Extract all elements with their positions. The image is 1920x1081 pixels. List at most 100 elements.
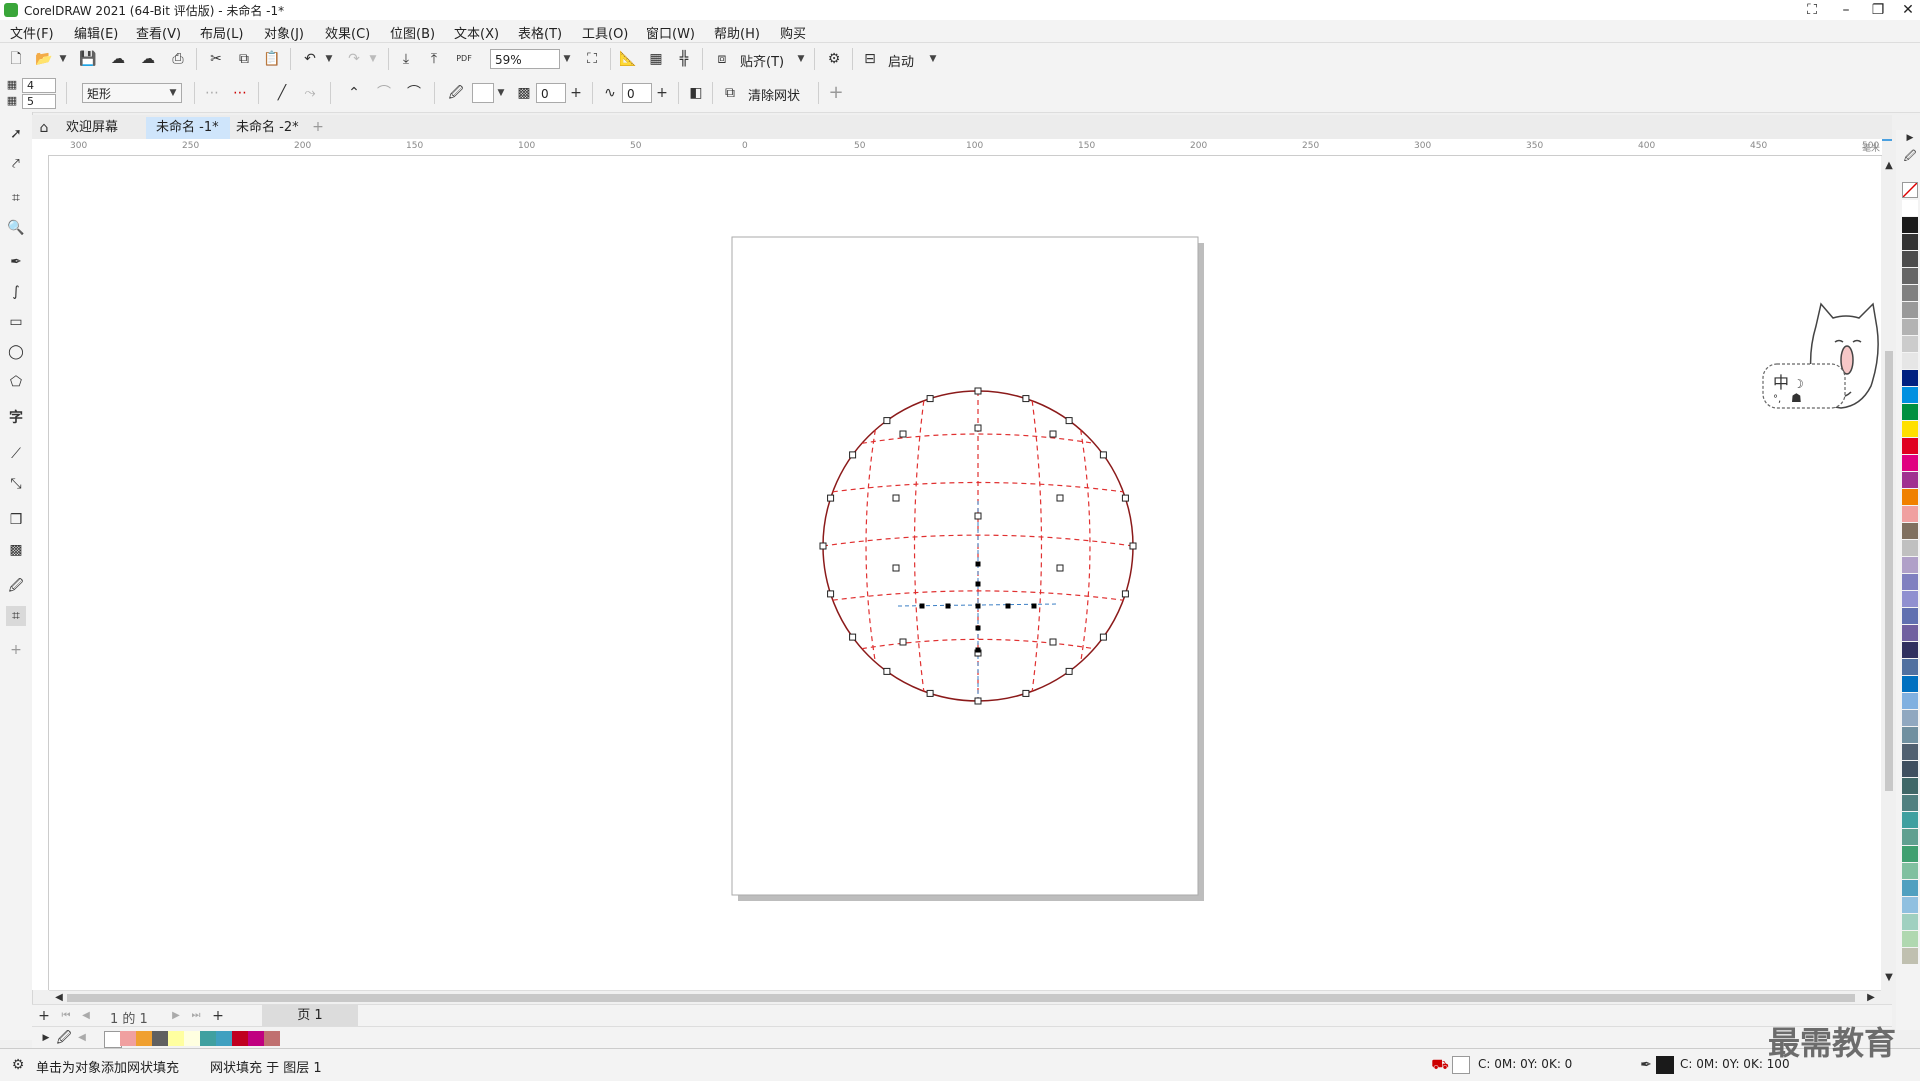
palette-swatch[interactable] xyxy=(1902,591,1918,607)
palette-swatch[interactable] xyxy=(1902,676,1918,692)
menu-tools[interactable]: 工具(O) xyxy=(582,23,628,42)
palette-swatch[interactable] xyxy=(1902,795,1918,811)
outline-color-swatch[interactable] xyxy=(1656,1056,1674,1074)
menu-edit[interactable]: 编辑(E) xyxy=(74,23,118,42)
palette-swatch[interactable] xyxy=(1902,727,1918,743)
close-button[interactable]: ✕ xyxy=(1892,0,1920,20)
menu-view[interactable]: 查看(V) xyxy=(136,23,181,42)
delete-node-icon[interactable]: ⋯ xyxy=(230,83,250,103)
copy-icon[interactable]: ⧉ xyxy=(234,49,254,69)
undo-dropdown-icon[interactable]: ▼ xyxy=(322,49,336,69)
add-node-icon[interactable]: ⋯ xyxy=(202,83,222,103)
drop-shadow-tool-icon[interactable]: ❒ xyxy=(6,510,26,530)
palette-swatch[interactable] xyxy=(1902,438,1918,454)
add-toolbar-item-icon[interactable]: + xyxy=(826,83,846,103)
print-icon[interactable]: ⎙ xyxy=(168,49,188,69)
grid-rows-field[interactable]: 5 xyxy=(22,94,56,109)
palette-swatch[interactable] xyxy=(1902,557,1918,573)
mesh-color-dropdown-icon[interactable]: ▼ xyxy=(494,83,508,103)
shape-tool-icon[interactable]: ⤤ xyxy=(6,154,26,174)
document-palette-swatch[interactable] xyxy=(136,1031,152,1046)
status-gear-icon[interactable]: ⚙ xyxy=(8,1055,28,1075)
launch-dropdown-icon[interactable]: ▼ xyxy=(926,49,940,69)
palette-swatch[interactable] xyxy=(1902,625,1918,641)
palette-swatch[interactable] xyxy=(1902,523,1918,539)
cloud-upload-icon[interactable]: ☁ xyxy=(108,49,128,69)
mesh-color-swatch[interactable] xyxy=(472,83,494,103)
rulers-icon[interactable]: 📐 xyxy=(618,49,638,69)
rectangle-tool-icon[interactable]: ▭ xyxy=(6,312,26,332)
palette-swatch[interactable] xyxy=(1902,370,1918,386)
last-page-icon[interactable]: ⏭ xyxy=(186,1006,206,1026)
palette-swatch[interactable] xyxy=(1902,863,1918,879)
new-tab-icon[interactable]: + xyxy=(308,117,328,137)
export-pdf-icon[interactable]: PDF xyxy=(454,49,474,69)
transparency-field[interactable]: 0 xyxy=(536,83,566,103)
palette-swatch[interactable] xyxy=(1902,489,1918,505)
document-palette-swatch[interactable] xyxy=(232,1031,248,1046)
selection-mode-dropdown-icon[interactable]: ▼ xyxy=(166,83,180,103)
add-page-before-icon[interactable]: + xyxy=(34,1006,54,1026)
palette-swatch[interactable] xyxy=(1902,472,1918,488)
palette-swatch[interactable] xyxy=(1902,710,1918,726)
smooth-mesh-color-icon[interactable]: ◧ xyxy=(686,83,706,103)
eyedropper-tool-icon[interactable]: 🖉 xyxy=(6,576,26,596)
redo-dropdown-icon[interactable]: ▼ xyxy=(366,49,380,69)
document-palette-swatch[interactable] xyxy=(168,1031,184,1046)
transparency-plus-icon[interactable]: + xyxy=(566,83,586,103)
menu-buy[interactable]: 购买 xyxy=(780,23,806,42)
palette-swatch[interactable] xyxy=(1902,642,1918,658)
smoothing-field[interactable]: 0 xyxy=(622,83,652,103)
palette-scroll-left-icon[interactable]: ◀ xyxy=(72,1028,92,1048)
tab-welcome[interactable]: 欢迎屏幕 xyxy=(56,117,128,139)
palette-swatch[interactable] xyxy=(1902,506,1918,522)
to-curve-icon[interactable]: ⤳ xyxy=(300,83,320,103)
prev-page-icon[interactable]: ◀ xyxy=(76,1006,96,1026)
palette-eyedropper-icon[interactable]: 🖉 xyxy=(54,1028,74,1048)
text-tool-icon[interactable]: 字 xyxy=(6,408,26,428)
export-icon[interactable]: ⤒ xyxy=(424,49,444,69)
palette-swatch[interactable] xyxy=(1902,744,1918,760)
menu-object[interactable]: 对象(J) xyxy=(264,23,304,42)
document-palette-swatch[interactable] xyxy=(264,1031,280,1046)
freehand-tool-icon[interactable]: ✒ xyxy=(6,252,26,272)
dimension-tool-icon[interactable]: ⟋ xyxy=(6,444,26,464)
palette-swatch[interactable] xyxy=(1902,234,1918,250)
menu-file[interactable]: 文件(F) xyxy=(10,23,54,42)
next-page-icon[interactable]: ▶ xyxy=(166,1006,186,1026)
vertical-scroll-thumb[interactable] xyxy=(1885,351,1893,791)
smoothing-plus-icon[interactable]: + xyxy=(652,83,672,103)
polygon-tool-icon[interactable]: ⬠ xyxy=(6,372,26,392)
palette-menu-icon[interactable]: ▶ xyxy=(1900,128,1920,148)
snap-dropdown-icon[interactable]: ▼ xyxy=(794,49,808,69)
palette-swatch[interactable] xyxy=(1902,659,1918,675)
drawing-canvas[interactable]: 中 ☽ °, ☗ xyxy=(49,156,1881,990)
paste-icon[interactable]: 📋 xyxy=(262,49,282,69)
document-palette-swatch[interactable] xyxy=(184,1031,200,1046)
palette-swatch[interactable] xyxy=(1902,812,1918,828)
tab-untitled-2[interactable]: 未命名 -2* xyxy=(226,117,309,139)
document-palette-swatch[interactable] xyxy=(248,1031,264,1046)
clear-mesh-label[interactable]: 清除网状 xyxy=(748,85,800,104)
zoom-tool-icon[interactable]: 🔍 xyxy=(6,218,26,238)
palette-eyedropper-right-icon[interactable]: 🖉 xyxy=(1900,146,1920,166)
menu-window[interactable]: 窗口(W) xyxy=(646,23,695,42)
palette-expand-icon[interactable]: ▶ xyxy=(36,1028,56,1048)
menu-bitmaps[interactable]: 位图(B) xyxy=(390,23,435,42)
cloud-share-icon[interactable]: ☁ xyxy=(138,49,158,69)
snap-to-label[interactable]: 贴齐(T) xyxy=(740,51,784,70)
palette-swatch[interactable] xyxy=(1902,387,1918,403)
pick-tool-icon[interactable]: ➚ xyxy=(6,124,26,144)
account-icon[interactable]: ⛶ xyxy=(1796,0,1828,20)
open-dropdown-icon[interactable]: ▼ xyxy=(56,49,70,69)
undo-icon[interactable]: ↶ xyxy=(300,49,320,69)
menu-layout[interactable]: 布局(L) xyxy=(200,23,243,42)
home-icon[interactable]: ⌂ xyxy=(34,118,54,138)
menu-help[interactable]: 帮助(H) xyxy=(714,23,760,42)
palette-swatch[interactable] xyxy=(1902,421,1918,437)
palette-swatch[interactable] xyxy=(1902,948,1918,964)
launch-icon[interactable]: ⊟ xyxy=(860,49,880,69)
palette-swatch[interactable] xyxy=(1902,319,1918,335)
full-screen-icon[interactable]: ⛶ xyxy=(582,49,602,69)
horizontal-ruler[interactable]: 300 250 200 150 100 50 0 50 100 150 200 250 300 350 40… xyxy=(32,139,1882,156)
